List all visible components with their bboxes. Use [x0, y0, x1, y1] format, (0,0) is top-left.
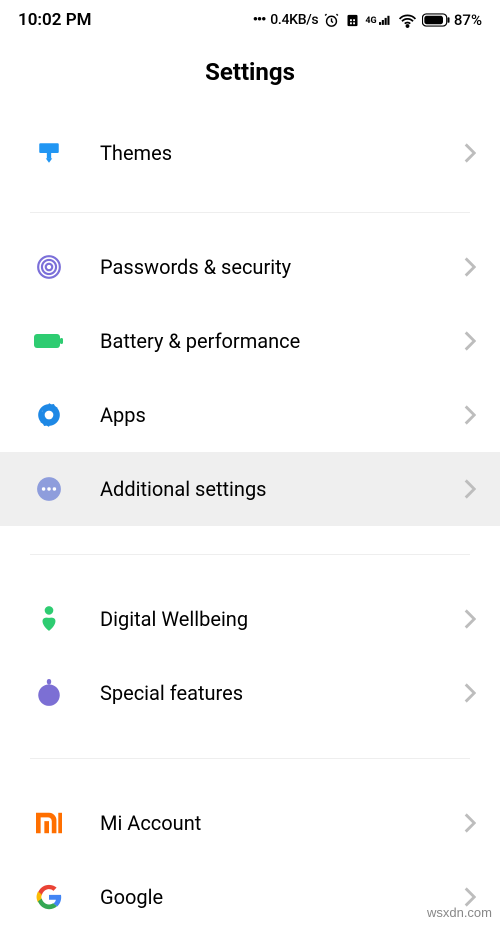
additional-icon — [34, 474, 64, 504]
settings-item-label: Apps — [100, 403, 464, 427]
settings-item-label: Digital Wellbeing — [100, 607, 464, 631]
settings-item-wellbeing[interactable]: Digital Wellbeing — [0, 582, 500, 656]
mi-icon — [34, 808, 64, 838]
battery-icon — [422, 13, 450, 27]
chevron-right-icon — [464, 887, 476, 907]
chevron-right-icon — [464, 331, 476, 351]
network-speed: 0.4KB/s — [270, 12, 318, 28]
battery-percent: 87% — [454, 11, 482, 29]
status-indicators: ••• 0.4KB/s 4G 87% — [253, 11, 482, 29]
chevron-right-icon — [464, 143, 476, 163]
alarm-icon — [323, 12, 340, 29]
chevron-right-icon — [464, 683, 476, 703]
apps-icon — [34, 400, 64, 430]
chevron-right-icon — [464, 405, 476, 425]
settings-item-special[interactable]: Special features — [0, 656, 500, 730]
battery-indicator: 87% — [422, 11, 482, 29]
fingerprint-icon — [34, 252, 64, 282]
wellbeing-icon — [34, 604, 64, 634]
settings-item-themes[interactable]: Themes — [0, 116, 500, 190]
settings-item-additional[interactable]: Additional settings — [0, 452, 500, 526]
settings-item-label: Battery & performance — [100, 329, 464, 353]
group-divider — [0, 526, 500, 582]
sim-icon — [345, 13, 360, 28]
settings-item-label: Passwords & security — [100, 255, 464, 279]
chevron-right-icon — [464, 609, 476, 629]
status-time: 10:02 PM — [18, 10, 92, 30]
special-icon — [34, 678, 64, 708]
page-title: Settings — [0, 36, 500, 116]
network-type: 4G — [365, 14, 393, 26]
settings-item-apps[interactable]: Apps — [0, 378, 500, 452]
settings-item-google[interactable]: Google — [0, 860, 500, 934]
google-icon — [34, 882, 64, 912]
more-icon: ••• — [253, 12, 266, 28]
group-divider — [0, 730, 500, 786]
settings-item-battery[interactable]: Battery & performance — [0, 304, 500, 378]
settings-item-miaccount[interactable]: Mi Account — [0, 786, 500, 860]
settings-item-passwords[interactable]: Passwords & security — [0, 230, 500, 304]
wifi-icon — [398, 13, 417, 28]
chevron-right-icon — [464, 479, 476, 499]
settings-item-label: Special features — [100, 681, 464, 705]
settings-item-label: Themes — [100, 141, 464, 165]
settings-item-label: Mi Account — [100, 811, 464, 835]
chevron-right-icon — [464, 813, 476, 833]
settings-item-label: Google — [100, 885, 464, 909]
battery-perf-icon — [34, 326, 64, 356]
settings-list: Themes Passwords & security Battery & pe… — [0, 116, 500, 934]
status-bar: 10:02 PM ••• 0.4KB/s 4G 87% — [0, 0, 500, 36]
chevron-right-icon — [464, 257, 476, 277]
settings-item-label: Additional settings — [100, 477, 464, 501]
themes-icon — [34, 138, 64, 168]
watermark: wsxdn.com — [427, 905, 492, 920]
group-divider — [0, 190, 500, 230]
